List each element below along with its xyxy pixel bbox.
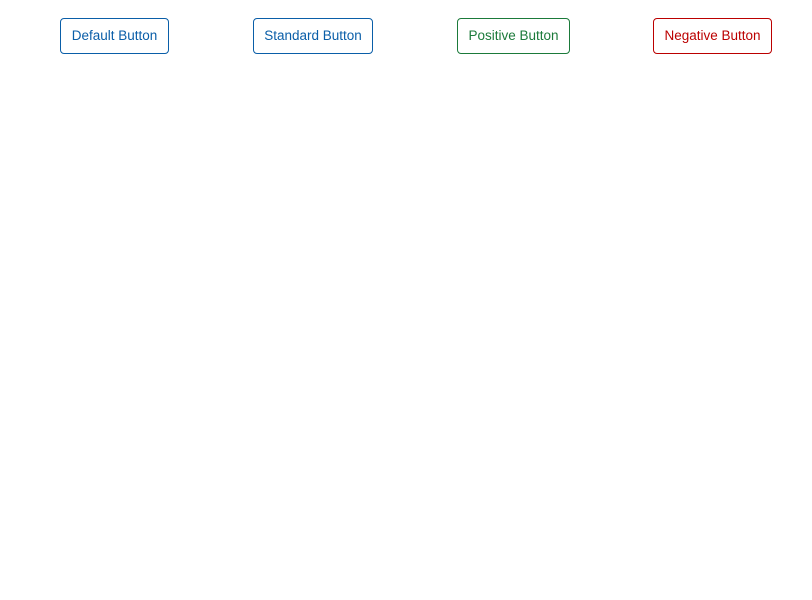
standard-button[interactable]: Standard Button <box>253 18 373 54</box>
positive-button[interactable]: Positive Button <box>457 18 570 54</box>
negative-button[interactable]: Negative Button <box>653 18 772 54</box>
default-button[interactable]: Default Button <box>60 18 169 54</box>
